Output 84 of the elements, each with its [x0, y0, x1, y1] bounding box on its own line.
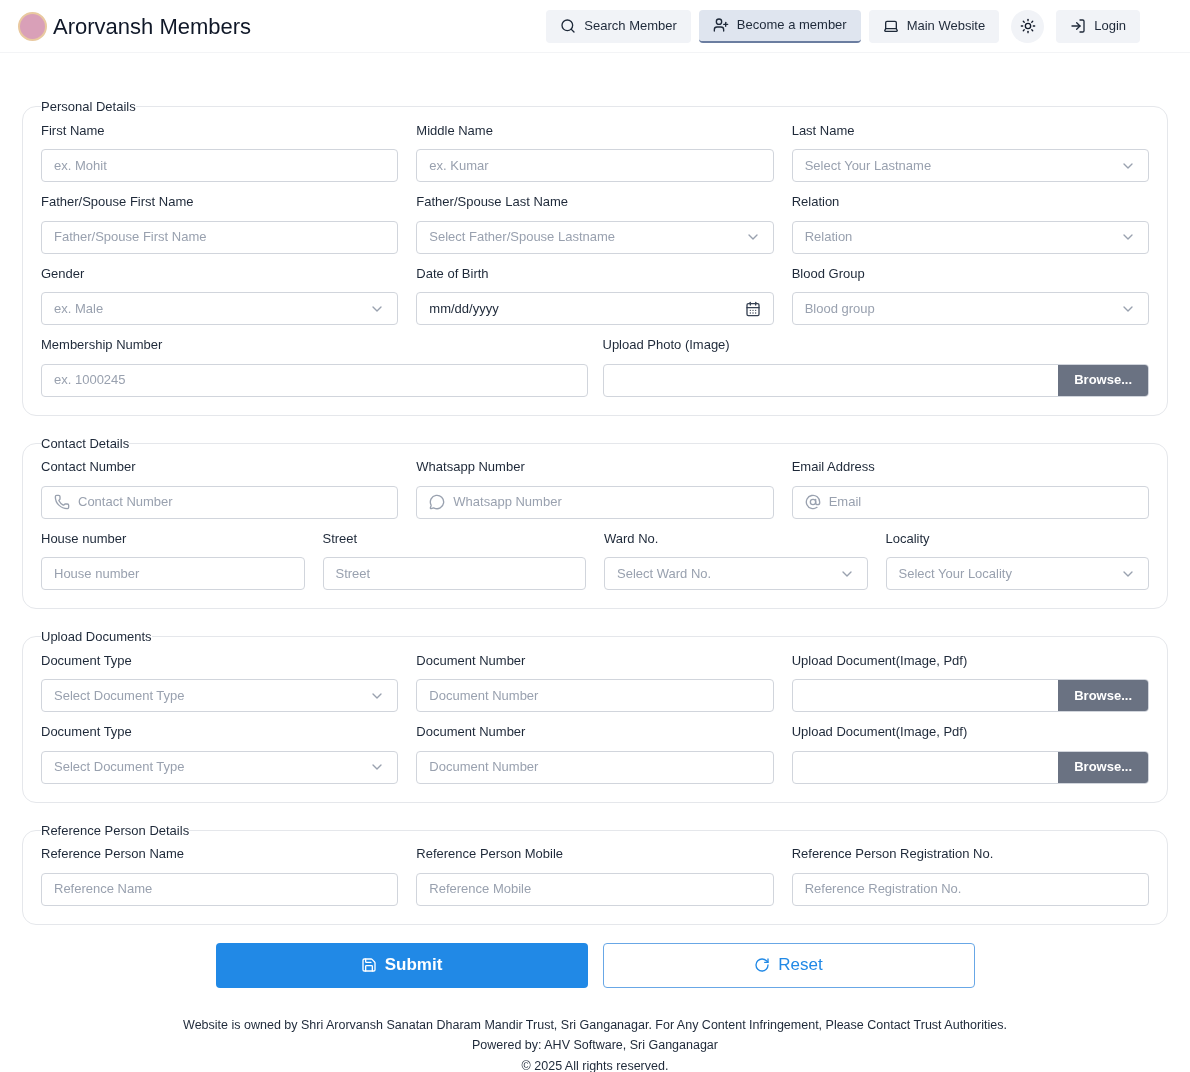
phone-icon: [54, 494, 70, 510]
field-label: Whatsapp Number: [416, 458, 526, 476]
field-label: Reference Person Registration No.: [791, 845, 995, 863]
site-title: Arorvansh Members: [53, 12, 252, 41]
select-field[interactable]: Select Your Locality: [885, 557, 1149, 590]
input-field[interactable]: Reference Mobile: [416, 872, 774, 906]
submit-button[interactable]: Submit: [215, 942, 588, 988]
field-label: Contact Number: [41, 458, 137, 476]
user-plus-icon: [712, 17, 729, 33]
input-field[interactable]: Email: [791, 485, 1149, 519]
field-label: Date of Birth: [416, 264, 490, 283]
field-label: Reference Person Name: [41, 845, 186, 863]
chat-bubble-icon: [429, 494, 446, 510]
field-label: Document Number: [416, 723, 527, 741]
file-field[interactable]: Browse...: [791, 750, 1149, 784]
input-field[interactable]: Document Number: [416, 679, 774, 712]
input-field[interactable]: Contact Number: [41, 485, 399, 519]
field-label: Upload Photo (Image): [602, 336, 731, 354]
file-field[interactable]: Browse...: [602, 363, 1149, 397]
input-field[interactable]: Reference Registration No.: [791, 872, 1149, 906]
footer-text: Powered by: AHV Software, Sri Ganganagar: [472, 1037, 718, 1055]
field-label: Father/Spouse Last Name: [416, 193, 570, 211]
section-title: Contact Details: [41, 434, 130, 453]
field-label: Father/Spouse First Name: [41, 193, 195, 211]
calendar-icon: [744, 300, 761, 317]
field-label: Last Name: [791, 121, 856, 140]
field-label: Locality: [885, 529, 931, 548]
field-label: Gender: [41, 264, 86, 283]
file-field[interactable]: Browse...: [791, 679, 1149, 712]
refresh-icon: [754, 957, 771, 973]
field-label: Street: [322, 529, 359, 548]
field-label: Membership Number: [41, 336, 164, 354]
field-label: Email Address: [791, 458, 876, 476]
nav-button[interactable]: Login: [1056, 9, 1140, 43]
field-label: House number: [41, 529, 128, 548]
at-sign-icon: [804, 494, 821, 510]
field-label: Document Type: [41, 723, 133, 741]
browse-button[interactable]: Browse...: [1058, 680, 1148, 711]
select-field[interactable]: Select Document Type: [41, 679, 399, 712]
select-field[interactable]: ex. Male: [41, 292, 399, 325]
input-field[interactable]: House number: [41, 557, 305, 590]
section-title: Reference Person Details: [41, 821, 190, 840]
field-label: Document Type: [41, 651, 133, 670]
login-icon: [1070, 18, 1087, 34]
field-label: Reference Person Mobile: [416, 845, 565, 863]
field-label: Blood Group: [791, 264, 866, 283]
input-field[interactable]: ex. Mohit: [41, 149, 399, 182]
select-field[interactable]: Relation: [791, 220, 1149, 254]
nav-button[interactable]: Main Website: [868, 9, 1000, 43]
field-label: Middle Name: [416, 121, 494, 140]
save-icon: [360, 957, 377, 973]
field-label: Document Number: [416, 651, 527, 670]
select-field[interactable]: Select Father/Spouse Lastname: [416, 220, 774, 254]
footer-text: Website is owned by Shri Arorvansh Sanatan Dharam Mandir Trust, Sri Ganganagar. For Any Content Infringement, Please Contact Trust Authorities.: [183, 1016, 1007, 1034]
select-field[interactable]: Select Ward No.: [604, 557, 868, 590]
input-field[interactable]: Document Number: [416, 750, 774, 784]
laptop-icon: [882, 18, 899, 34]
select-field[interactable]: Blood group: [791, 292, 1149, 325]
field-label: Upload Document(Image, Pdf): [791, 651, 969, 670]
field-label: Ward No.: [604, 529, 660, 548]
browse-button[interactable]: Browse...: [1058, 364, 1148, 396]
field-label: Relation: [791, 193, 841, 211]
date-field[interactable]: mm/dd/yyyy: [416, 292, 774, 325]
input-field[interactable]: ex. Kumar: [416, 149, 774, 182]
input-field[interactable]: Street: [322, 557, 586, 590]
footer-text: © 2025 All rights reserved.: [521, 1058, 669, 1072]
search-icon: [560, 18, 577, 34]
input-field[interactable]: Whatsapp Number: [416, 485, 774, 519]
input-field[interactable]: ex. 1000245: [41, 363, 588, 397]
input-field[interactable]: Reference Name: [41, 872, 399, 906]
field-label: Upload Document(Image, Pdf): [791, 723, 969, 741]
reset-button[interactable]: Reset: [602, 942, 975, 988]
sun-icon: [1019, 18, 1036, 34]
avatar-icon: [18, 11, 47, 41]
nav-button[interactable]: Become a member: [698, 9, 861, 43]
section-title: Personal Details: [41, 98, 136, 116]
browse-button[interactable]: Browse...: [1058, 751, 1148, 783]
select-field[interactable]: Select Your Lastname: [791, 149, 1149, 182]
nav-button[interactable]: Search Member: [546, 9, 691, 43]
section-title: Upload Documents: [41, 628, 152, 646]
select-field[interactable]: Select Document Type: [41, 750, 399, 784]
input-field[interactable]: Father/Spouse First Name: [41, 220, 399, 254]
theme-toggle-button[interactable]: [1011, 9, 1045, 43]
field-label: First Name: [41, 121, 106, 140]
